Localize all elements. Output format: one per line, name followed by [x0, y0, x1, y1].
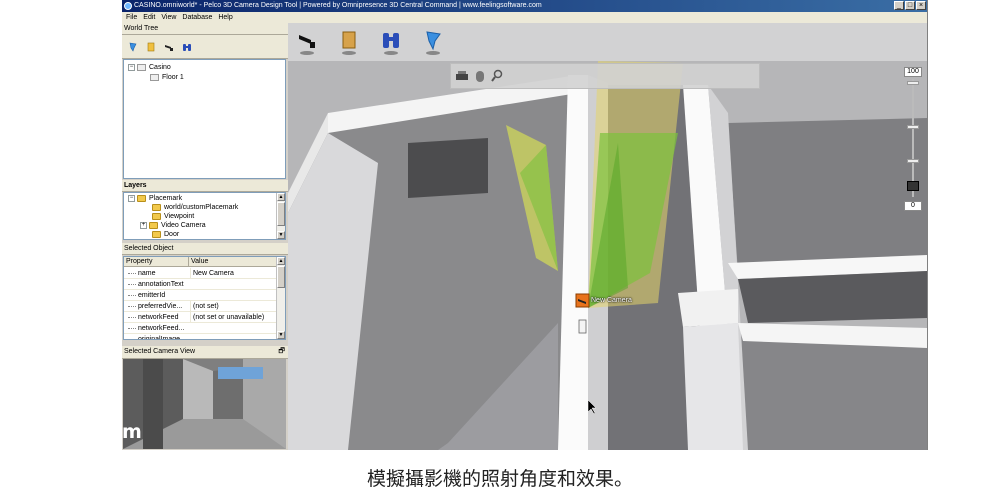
camera-preview-render	[123, 359, 286, 449]
layer-item-video-camera[interactable]: + Video Camera	[140, 221, 206, 230]
close-button[interactable]: ×	[916, 1, 926, 10]
camera-marker	[575, 293, 590, 308]
property-grid: Property Value name New Camera annotation…	[123, 256, 286, 340]
zoom-slider[interactable]: 100 0	[904, 67, 922, 217]
camera-icon	[299, 35, 315, 48]
layers-tree: − Placemark world/customPlacemark Viewpoi…	[123, 192, 286, 240]
app-window: CASINO.omniworld* - Pelco 3D Camera Desi…	[122, 0, 928, 450]
scroll-up-icon[interactable]: ▲	[277, 257, 285, 265]
tree-item-label: Casino	[149, 64, 171, 71]
property-row[interactable]: name New Camera	[124, 268, 278, 279]
zone-tool[interactable]	[422, 29, 444, 55]
zoom-track[interactable]	[912, 79, 914, 197]
camera-view-header: Selected Camera View 🗗	[122, 346, 288, 359]
property-row[interactable]: originalImage	[124, 334, 278, 339]
folder-icon	[152, 212, 161, 220]
watermark-logo: m	[122, 421, 142, 443]
menu-view[interactable]: View	[161, 12, 176, 23]
menu-edit[interactable]: Edit	[143, 12, 155, 23]
menu-database[interactable]: Database	[182, 12, 212, 23]
3d-viewport[interactable]: 100 0 New Camera	[288, 23, 927, 450]
undock-icon[interactable]: 🗗	[278, 346, 285, 358]
zone-icon[interactable]	[128, 42, 138, 52]
collapse-icon[interactable]: −	[128, 63, 135, 71]
layers-scrollbar[interactable]: ▲ ▼	[276, 193, 285, 239]
folder-icon	[152, 203, 161, 211]
floor-icon	[150, 73, 159, 81]
layer-item-viewpoint[interactable]: Viewpoint	[152, 212, 194, 221]
layer-item-placemark[interactable]: − Placemark	[128, 194, 182, 203]
layer-item-custom-placemark[interactable]: world/customPlacemark	[152, 203, 238, 212]
world-tree-header: World Tree	[122, 23, 288, 35]
building-icon	[137, 63, 146, 71]
layer-item-door[interactable]: Door	[152, 230, 179, 239]
world-tree-toolbar	[122, 35, 288, 59]
scroll-thumb[interactable]	[277, 266, 285, 288]
column-header-property[interactable]: Property	[124, 257, 152, 267]
minimize-button[interactable]: _	[894, 1, 904, 10]
sign-icon[interactable]	[146, 42, 156, 52]
menu-file[interactable]: File	[126, 12, 137, 23]
tree-item-label: Floor 1	[162, 74, 184, 81]
zoom-max-label: 100	[904, 67, 922, 77]
camera-tool[interactable]	[296, 29, 318, 55]
property-row[interactable]: networkFeed (not set or unavailable)	[124, 312, 278, 323]
layers-header: Layers	[122, 180, 288, 192]
sign-tool[interactable]	[338, 29, 360, 55]
folder-icon	[149, 221, 158, 229]
binoculars-icon[interactable]	[182, 42, 192, 52]
zone-icon	[426, 31, 441, 51]
camera-view-title: Selected Camera View	[124, 348, 196, 355]
property-row[interactable]: emitterId	[124, 290, 278, 301]
layer-item-label: Door	[164, 231, 180, 238]
scroll-down-icon[interactable]: ▼	[277, 331, 285, 339]
property-row[interactable]: annotationText	[124, 279, 278, 290]
viewport-subtoolbar	[450, 63, 760, 89]
folder-icon	[137, 194, 146, 202]
property-scrollbar[interactable]: ▲ ▼	[276, 257, 285, 339]
zoom-thumb[interactable]	[907, 181, 919, 191]
binoculars-tool[interactable]	[380, 29, 402, 55]
property-row[interactable]: networkFeed...	[124, 323, 278, 334]
tree-item-floor-1[interactable]: Floor 1	[150, 73, 184, 82]
app-icon	[124, 2, 132, 10]
zoom-icon[interactable]	[491, 69, 503, 83]
world-tree: − Casino Floor 1	[123, 59, 286, 179]
scroll-thumb[interactable]	[277, 202, 285, 226]
collapse-icon[interactable]: −	[128, 194, 135, 202]
camera-icon[interactable]	[164, 42, 174, 52]
scroll-down-icon[interactable]: ▼	[277, 231, 285, 239]
left-panel: World Tree − Casino Floor 1 Layers − Pla…	[122, 23, 288, 450]
layer-item-label: Viewpoint	[164, 213, 195, 220]
scroll-up-icon[interactable]: ▲	[277, 193, 285, 201]
camera-preview	[123, 359, 286, 449]
menu-help[interactable]: Help	[218, 12, 232, 23]
menu-bar: File Edit View Database Help	[122, 12, 927, 23]
viewport-toolbar	[288, 23, 927, 61]
window-controls: _ □ ×	[894, 1, 926, 10]
layer-item-label: world/customPlacemark	[164, 204, 239, 211]
tree-item-casino[interactable]: − Casino	[128, 63, 171, 72]
expand-icon[interactable]: +	[140, 221, 147, 229]
camera-label: New Camera	[591, 297, 632, 304]
column-header-value[interactable]: Value	[188, 257, 208, 267]
selected-object-header: Selected Object	[122, 243, 288, 255]
title-bar[interactable]: CASINO.omniworld* - Pelco 3D Camera Desi…	[122, 0, 927, 12]
binoculars-icon	[383, 33, 399, 48]
image-caption: 模擬攝影機的照射角度和效果。	[366, 468, 633, 490]
maximize-button[interactable]: □	[905, 1, 915, 10]
sign-icon	[342, 31, 356, 49]
zoom-min-label: 0	[904, 201, 922, 211]
property-grid-header: Property Value	[124, 257, 278, 267]
printer-icon[interactable]	[455, 69, 469, 83]
layer-item-label: Placemark	[149, 195, 183, 202]
layer-item-label: Video Camera	[161, 222, 206, 229]
folder-icon	[152, 230, 161, 238]
property-row[interactable]: preferredVie... (not set)	[124, 301, 278, 312]
mouse-icon[interactable]	[475, 69, 485, 83]
window-title: CASINO.omniworld* - Pelco 3D Camera Desi…	[134, 2, 542, 9]
